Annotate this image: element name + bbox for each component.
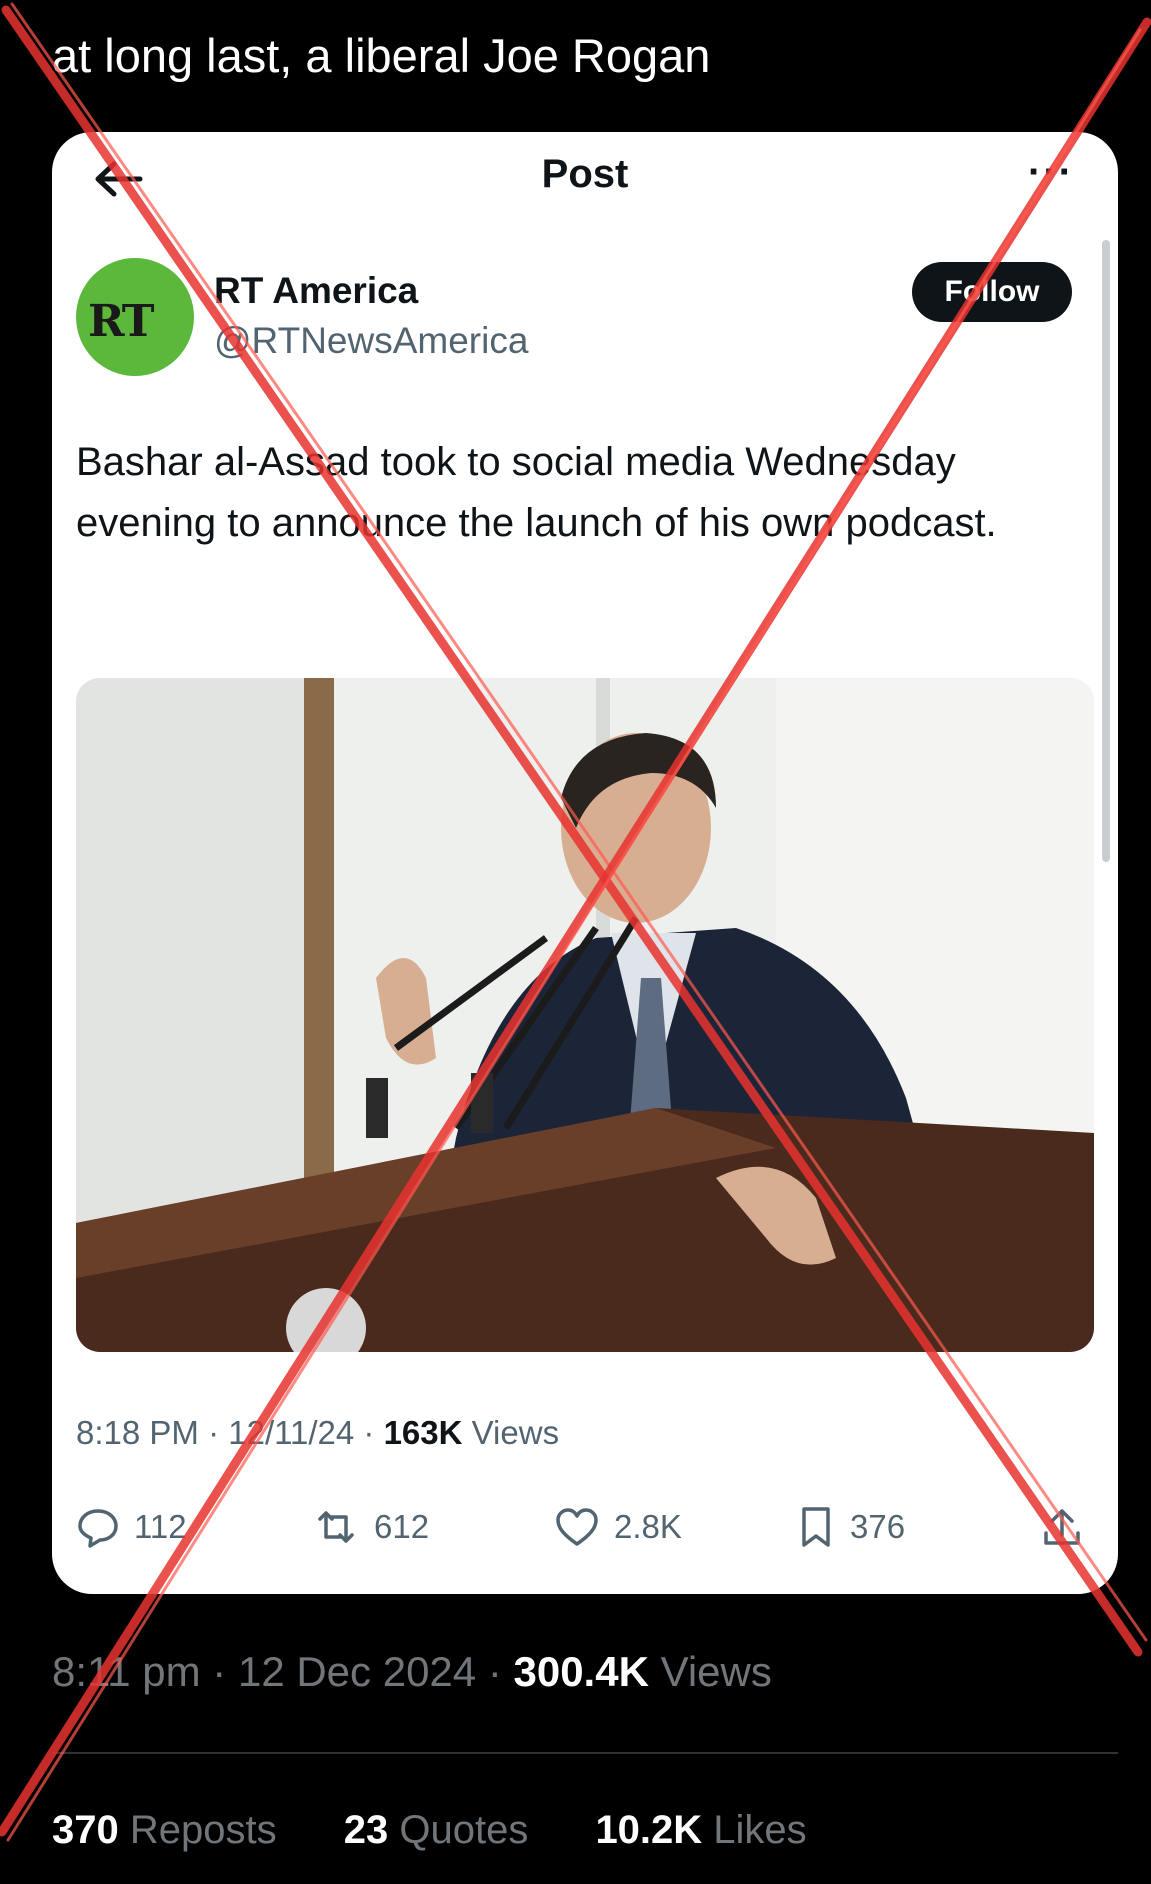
likes-count: 10.2K [595, 1808, 703, 1852]
bookmark-button[interactable]: 376 [796, 1492, 905, 1562]
post-date[interactable]: 12/11/24 [228, 1414, 354, 1451]
likes-stat[interactable]: 10.2K Likes [595, 1808, 806, 1852]
post-time[interactable]: 8:18 PM [76, 1414, 199, 1451]
meta-separator: · [198, 1414, 229, 1451]
reposts-label: Reposts [118, 1808, 277, 1852]
follow-button[interactable]: Follow [912, 262, 1072, 322]
post-photo[interactable] [76, 678, 1094, 1352]
author-handle[interactable]: @RTNewsAmerica [214, 320, 528, 362]
reposts-stat[interactable]: 370 Reposts [52, 1808, 277, 1852]
timestamp-separator: · [200, 1648, 238, 1695]
post-caption: at long last, a liberal Joe Rogan [52, 29, 711, 82]
embedded-post-screenshot: Post ··· RT RT America @RTNewsAmerica Fo… [52, 132, 1118, 1594]
timestamp-date[interactable]: 12 Dec 2024 [238, 1648, 476, 1695]
quotes-label: Quotes [388, 1808, 529, 1852]
like-button[interactable]: 2.8K [554, 1492, 682, 1562]
like-count: 2.8K [614, 1508, 682, 1545]
repost-icon [318, 1511, 354, 1543]
quotes-count: 23 [343, 1808, 389, 1852]
meta-separator: · [354, 1414, 384, 1451]
post-meta: 8:18 PM · 12/11/24 · 163K Views [76, 1414, 559, 1452]
bookmark-count: 376 [850, 1508, 906, 1545]
topbar-title: Post [541, 152, 629, 196]
share-button[interactable] [1040, 1492, 1098, 1562]
post-topbar: Post ··· [52, 132, 1118, 222]
action-bar: 112 612 2.8K 376 [76, 1492, 1096, 1562]
outer-views-count: 300.4K [513, 1648, 649, 1695]
likes-label: Likes [702, 1808, 807, 1852]
repost-button[interactable]: 612 [312, 1492, 429, 1562]
quotes-stat[interactable]: 23 Quotes [344, 1808, 529, 1852]
reply-icon [78, 1509, 118, 1548]
views-label: Views [462, 1414, 560, 1451]
bookmark-icon [802, 1507, 830, 1547]
repost-count: 612 [374, 1508, 430, 1545]
timestamp-time[interactable]: 8:11 pm [52, 1648, 201, 1695]
views-count: 163K [383, 1414, 463, 1451]
heart-icon [556, 1508, 598, 1546]
more-options-icon[interactable]: ··· [1028, 150, 1074, 195]
reply-count: 112 [134, 1508, 187, 1545]
divider [52, 1752, 1118, 1754]
avatar[interactable]: RT [76, 258, 194, 376]
reposts-count: 370 [52, 1808, 119, 1852]
timestamp-separator: · [476, 1648, 514, 1695]
engagement-stats: 370 Reposts 23 Quotes 10.2K Likes [52, 1808, 863, 1853]
scrollbar[interactable] [1102, 240, 1110, 862]
post-timestamp: 8:11 pm · 12 Dec 2024 · 300.4K Views [52, 1648, 772, 1696]
avatar-logo-text: RT [88, 296, 155, 347]
author-display-name[interactable]: RT America [214, 270, 418, 312]
post-text: Bashar al-Assad took to social media Wed… [76, 440, 997, 545]
outer-views-label: Views [648, 1648, 772, 1695]
reply-button[interactable]: 112 [76, 1492, 187, 1562]
share-icon [1044, 1509, 1080, 1545]
